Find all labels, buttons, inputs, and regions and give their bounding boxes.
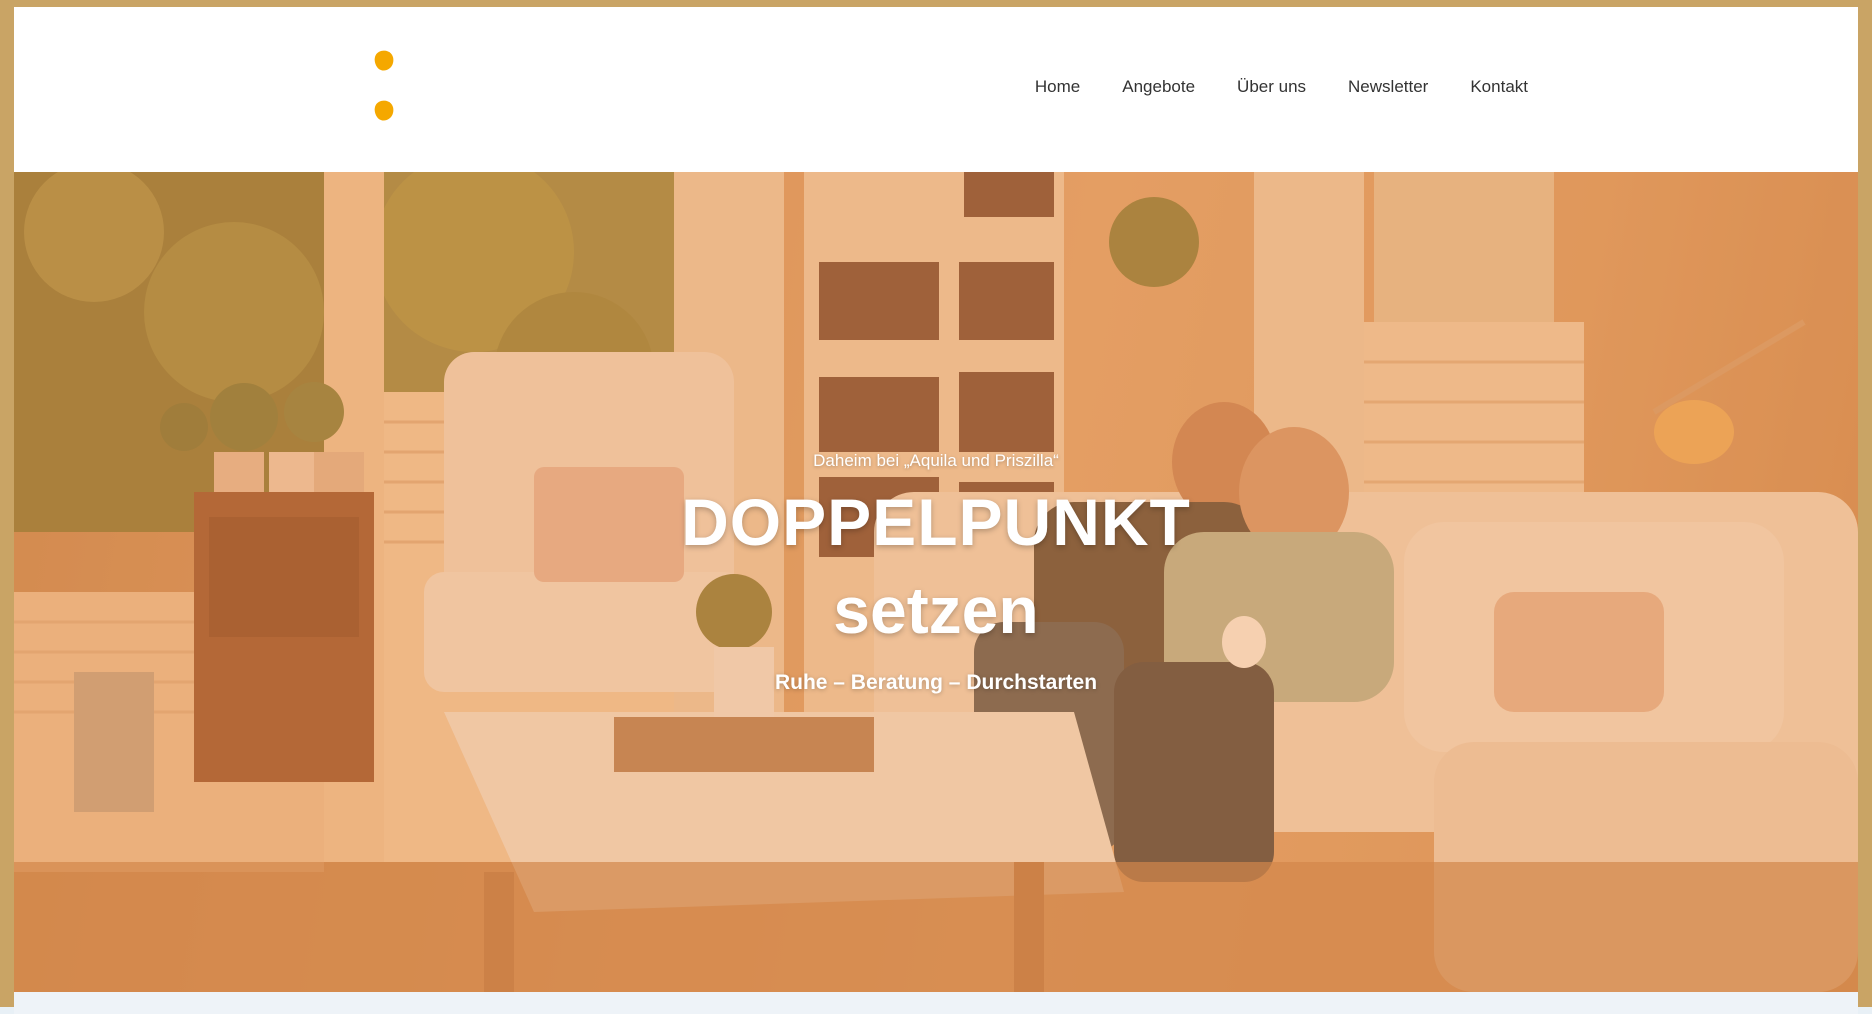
nav-ueber-uns[interactable]: Über uns xyxy=(1237,77,1306,97)
main-nav: Home Angebote Über uns Newsletter Kontak… xyxy=(1035,77,1528,97)
page-bottom-strip xyxy=(14,992,1858,1014)
hero-tagline: Daheim bei „Aquila und Priszilla“ xyxy=(813,451,1059,470)
hero-subtitle: Ruhe – Beratung – Durchstarten xyxy=(774,671,1098,694)
nav-home[interactable]: Home xyxy=(1035,77,1080,97)
site-header: Home Angebote Über uns Newsletter Kontak… xyxy=(14,7,1858,172)
page-frame: Home Angebote Über uns Newsletter Kontak… xyxy=(0,0,1872,1014)
hero-section: Daheim bei „Aquila und Priszilla“ DOPPEL… xyxy=(14,172,1858,992)
hero-title-line1: DOPPELPUNKT xyxy=(681,485,1191,559)
hero-content: Daheim bei „Aquila und Priszilla“ DOPPEL… xyxy=(14,172,1858,992)
logo-icon[interactable] xyxy=(365,45,405,135)
nav-angebote[interactable]: Angebote xyxy=(1122,77,1195,97)
nav-kontakt[interactable]: Kontakt xyxy=(1470,77,1528,97)
nav-newsletter[interactable]: Newsletter xyxy=(1348,77,1428,97)
hero-title-line2: setzen xyxy=(833,573,1039,647)
